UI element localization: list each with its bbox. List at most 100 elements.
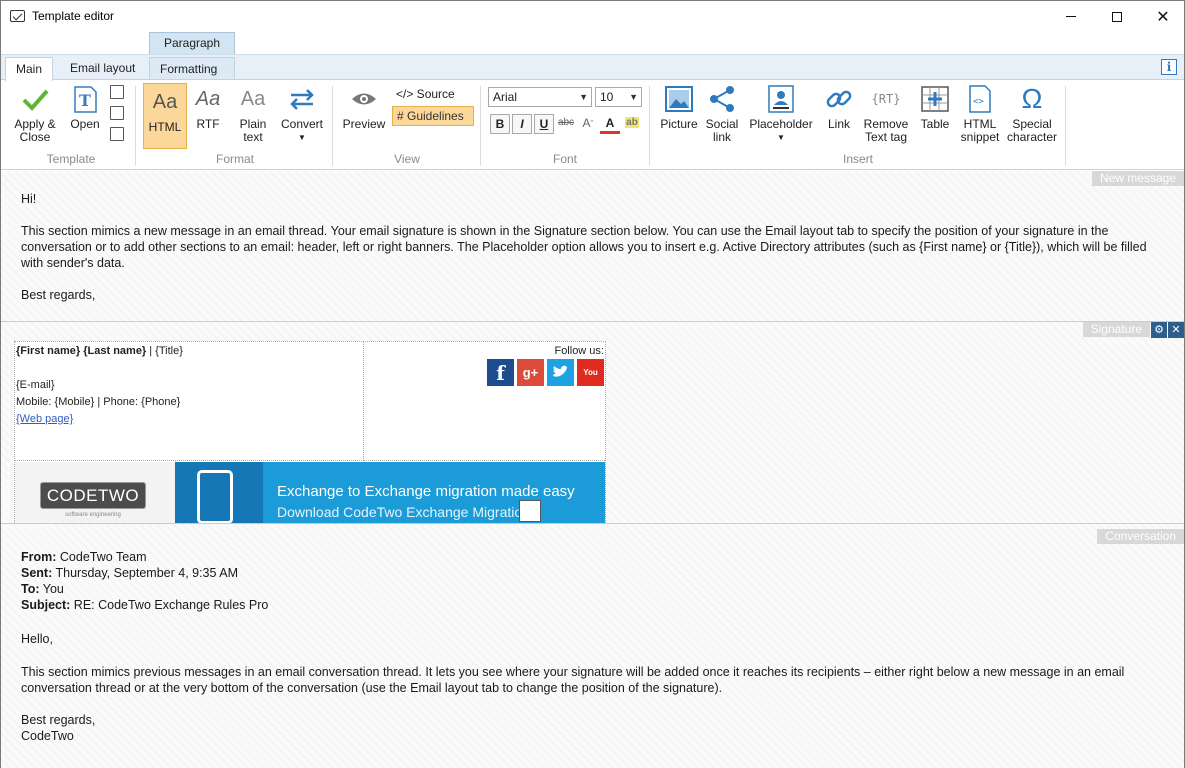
placeholder-button[interactable]: Placeholder ▼ [747, 84, 815, 144]
clear-format-icon[interactable]: Aˇ [578, 114, 598, 134]
html-snippet-button[interactable]: <> HTML snippet [957, 84, 1003, 144]
insert-group-label: Insert [842, 152, 873, 166]
font-color-icon[interactable]: A [600, 114, 620, 134]
open-template-icon: T [69, 84, 101, 114]
html-format-button[interactable]: Aa HTML [143, 83, 187, 149]
maximize-icon [1112, 11, 1122, 22]
remove-text-tag-button[interactable]: {RT} Remove Text tag [861, 84, 911, 144]
section-divider [1, 523, 1184, 524]
ribbon: Apply & Close T Open Template Aa HTML Aa… [1, 79, 1184, 170]
close-button[interactable]: ✕ [1140, 1, 1185, 32]
signature-web-link[interactable]: {Web page} [16, 413, 73, 425]
plain-text-aa-icon: Aa [240, 88, 266, 110]
facebook-icon[interactable]: f [487, 359, 514, 386]
subject-value: RE: CodeTwo Exchange Rules Pro [70, 598, 269, 612]
codetwo-logo-sub: software engineering [65, 512, 121, 518]
source-button[interactable]: </> Source [392, 85, 459, 105]
template-save-icon[interactable] [110, 85, 124, 99]
signature-email: {E-mail} [16, 379, 55, 391]
sent-value: Thursday, September 4, 9:35 AM [52, 566, 238, 580]
app-icon [10, 10, 25, 22]
signature-table[interactable]: {First name} {Last name} | {Title} {E-ma… [14, 341, 606, 524]
resize-handle-icon[interactable] [519, 500, 541, 522]
guidelines-button[interactable]: # Guidelines [392, 106, 474, 126]
conversation-signoff: CodeTwo [21, 729, 74, 743]
picture-label: Picture [660, 117, 698, 131]
editor-canvas[interactable]: New message Hi! This section mimics a ne… [1, 171, 1184, 768]
from-value: CodeTwo Team [56, 550, 147, 564]
html-label: HTML [148, 120, 182, 134]
banner-headline: Exchange to Exchange migration made easy [277, 483, 575, 500]
minimize-icon [1066, 16, 1076, 17]
to-label: To: [21, 582, 40, 596]
tab-email-layout[interactable]: Email layout [60, 57, 145, 81]
migration-banner[interactable]: Exchange to Exchange migration made easy… [175, 462, 605, 524]
rtf-format-button[interactable]: Aa RTF [191, 84, 225, 131]
svg-text:T: T [79, 91, 91, 110]
tab-main[interactable]: Main [5, 57, 54, 81]
picture-button[interactable]: Picture [657, 84, 701, 131]
apply-close-button[interactable]: Apply & Close [9, 84, 61, 144]
conversation-sent: Sent: Thursday, September 4, 9:35 AM [21, 565, 1161, 581]
separator [649, 86, 650, 166]
table-label: Table [920, 117, 950, 131]
sent-label: Sent: [21, 566, 53, 580]
youtube-icon[interactable]: You [577, 359, 604, 386]
minimize-button[interactable] [1048, 1, 1094, 32]
template-export-icon[interactable] [110, 127, 124, 141]
codetwo-logo: CODETWO [40, 482, 146, 509]
link-button[interactable]: Link [821, 84, 857, 131]
paragraph-context-tab[interactable]: Paragraph [149, 32, 235, 54]
view-group-label: View [394, 152, 420, 166]
separator [1065, 86, 1066, 166]
font-size-select[interactable]: 10 ▼ [595, 87, 642, 107]
preview-label: Preview [342, 117, 386, 131]
twitter-icon[interactable] [547, 359, 574, 386]
html-snippet-icon: <> [964, 84, 996, 114]
chevron-down-icon: ▼ [777, 133, 785, 142]
special-character-button[interactable]: Ω Special character [1005, 84, 1059, 144]
signature-section-label: Signature [1082, 322, 1150, 337]
title-bar: Template editor ✕ [1, 1, 1184, 32]
placeholder-user-icon [765, 84, 797, 114]
gear-icon[interactable]: ⚙ [1151, 322, 1167, 338]
apply-close-label: Apply & Close [14, 117, 56, 144]
google-plus-icon[interactable]: g+ [517, 359, 544, 386]
close-section-icon[interactable]: ✕ [1168, 322, 1184, 338]
bold-button[interactable]: B [490, 114, 510, 134]
signature-contact-cell[interactable]: {First name} {Last name} | {Title} {E-ma… [15, 342, 364, 461]
convert-button[interactable]: Convert ▼ [277, 84, 327, 144]
new-message-body: This section mimics a new message in an … [21, 224, 1147, 270]
placeholder-label: Placeholder [749, 117, 813, 131]
conversation-body: This section mimics previous messages in… [21, 665, 1125, 695]
template-save-as-icon[interactable] [110, 106, 124, 120]
chevron-down-icon: ▼ [579, 92, 588, 102]
open-button[interactable]: T Open [65, 84, 105, 131]
separator [480, 86, 481, 166]
italic-button[interactable]: I [512, 114, 532, 134]
link-label: Link [827, 117, 850, 131]
format-group-label: Format [215, 152, 254, 166]
signature-social-cell[interactable]: Follow us: f g+ You [364, 342, 605, 461]
text-tag-icon: {RT} [871, 92, 901, 106]
window-title: Template editor [32, 9, 115, 23]
font-family-value: Arial [493, 90, 518, 104]
social-link-button[interactable]: Social link [703, 84, 741, 144]
template-editor-window: Template editor ✕ Paragraph Main Email l… [0, 0, 1185, 768]
preview-button[interactable]: Preview [341, 84, 387, 131]
rtf-aa-icon: Aa [195, 88, 221, 110]
info-icon[interactable]: i [1161, 59, 1177, 75]
maximize-button[interactable] [1094, 1, 1140, 32]
signature-title: | {Title} [146, 345, 183, 357]
highlight-icon[interactable]: ab [622, 114, 642, 134]
plain-text-format-button[interactable]: Aa Plain text [235, 84, 271, 144]
tab-formatting[interactable]: Formatting [149, 57, 235, 81]
strikethrough-button[interactable]: abc [556, 114, 576, 134]
font-family-select[interactable]: Arial ▼ [488, 87, 592, 107]
underline-button[interactable]: U [534, 114, 554, 134]
table-button[interactable]: Table [917, 84, 953, 131]
picture-icon [663, 84, 695, 114]
server-migration-icon [197, 470, 233, 524]
remove-text-tag-label: Remove Text tag [863, 117, 909, 144]
from-label: From: [21, 550, 57, 564]
